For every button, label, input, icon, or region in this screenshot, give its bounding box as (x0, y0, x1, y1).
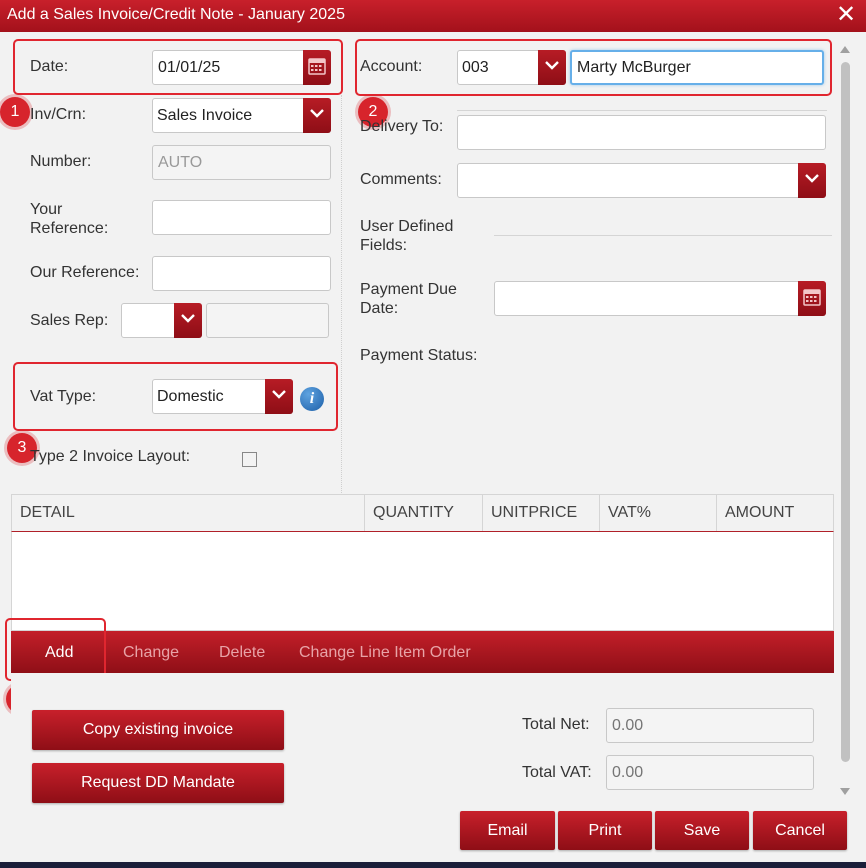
total-vat-label: Total VAT: (522, 764, 592, 781)
payment-due-label: Payment Due Date: (360, 280, 457, 318)
highlight-box-1 (13, 39, 343, 95)
total-vat-field (606, 755, 814, 790)
scroll-up-icon[interactable] (840, 46, 850, 53)
highlight-box-2 (355, 39, 832, 96)
close-icon[interactable]: ✕ (836, 3, 856, 27)
line-items-header: DETAIL QUANTITY UNITPRICE VAT% AMOUNT (11, 494, 834, 532)
payment-due-label-line2: Date: (360, 300, 399, 317)
delivery-label: Delivery To: (360, 118, 444, 135)
number-input: AUTO (152, 145, 331, 180)
dialog-title: Add a Sales Invoice/Credit Note - Januar… (7, 6, 345, 23)
email-button[interactable]: Email (460, 811, 555, 850)
number-value: AUTO (158, 154, 203, 171)
chevron-down-icon[interactable] (303, 98, 331, 133)
highlight-box-3 (13, 362, 338, 431)
sales-rep-name-field (206, 303, 329, 338)
sales-rep-select[interactable] (121, 303, 202, 338)
udf-label-line2: Fields: (360, 237, 408, 254)
change-order-button[interactable]: Change Line Item Order (299, 631, 471, 673)
dialog-title-bar: Add a Sales Invoice/Credit Note - Januar… (0, 0, 866, 32)
scroll-thumb[interactable] (841, 62, 850, 762)
payment-status-label: Payment Status: (360, 347, 478, 364)
sales-rep-label: Sales Rep: (30, 312, 109, 329)
column-separator (341, 95, 342, 493)
invcrn-label: Inv/Crn: (30, 106, 87, 123)
payment-due-label-line1: Payment Due (360, 281, 457, 298)
your-reference-input[interactable] (152, 200, 331, 235)
highlight-box-4 (5, 618, 106, 681)
chevron-down-icon[interactable] (798, 163, 826, 198)
udf-label: User Defined Fields: (360, 217, 453, 255)
our-ref-label: Our Reference: (30, 264, 140, 281)
line-items-toolbar: Add Change Delete Change Line Item Order (11, 631, 834, 673)
delete-line-button[interactable]: Delete (219, 631, 265, 673)
number-label: Number: (30, 153, 92, 170)
col-detail[interactable]: DETAIL (12, 495, 364, 532)
your-ref-label-line1: Your (30, 201, 63, 218)
copy-invoice-button[interactable]: Copy existing invoice (32, 710, 284, 750)
total-net-field (606, 708, 814, 743)
comments-select[interactable] (457, 163, 826, 198)
our-reference-input[interactable] (152, 256, 331, 291)
window-bottom-edge (0, 862, 866, 868)
total-net-label: Total Net: (522, 716, 590, 733)
udf-divider (494, 235, 832, 236)
col-vat[interactable]: VAT% (599, 495, 716, 532)
invcrn-value: Sales Invoice (157, 107, 253, 124)
line-items-body (11, 531, 834, 631)
cancel-button[interactable]: Cancel (753, 811, 847, 850)
save-button[interactable]: Save (655, 811, 749, 850)
delivery-input[interactable] (457, 115, 826, 150)
col-quantity[interactable]: QUANTITY (364, 495, 482, 532)
divider (457, 110, 827, 111)
comments-label: Comments: (360, 171, 442, 188)
payment-due-input[interactable] (494, 281, 826, 316)
invcrn-select[interactable]: Sales Invoice (152, 98, 331, 133)
col-unitprice[interactable]: UNITPRICE (482, 495, 599, 532)
udf-label-line1: User Defined (360, 218, 454, 235)
change-line-button[interactable]: Change (123, 631, 179, 673)
chevron-down-icon[interactable] (174, 303, 202, 338)
type2-layout-label: Type 2 Invoice Layout: (30, 448, 191, 465)
your-ref-label-line2: Reference: (30, 220, 109, 237)
calendar-icon[interactable] (798, 281, 826, 316)
dialog-scrollbar[interactable] (838, 42, 852, 802)
print-button[interactable]: Print (558, 811, 652, 850)
your-ref-label: Your Reference: (30, 200, 108, 238)
scroll-down-icon[interactable] (840, 788, 850, 795)
col-amount[interactable]: AMOUNT (716, 495, 833, 532)
type2-layout-checkbox[interactable] (242, 452, 257, 467)
step-badge-1: 1 (0, 97, 30, 127)
request-dd-button[interactable]: Request DD Mandate (32, 763, 284, 803)
